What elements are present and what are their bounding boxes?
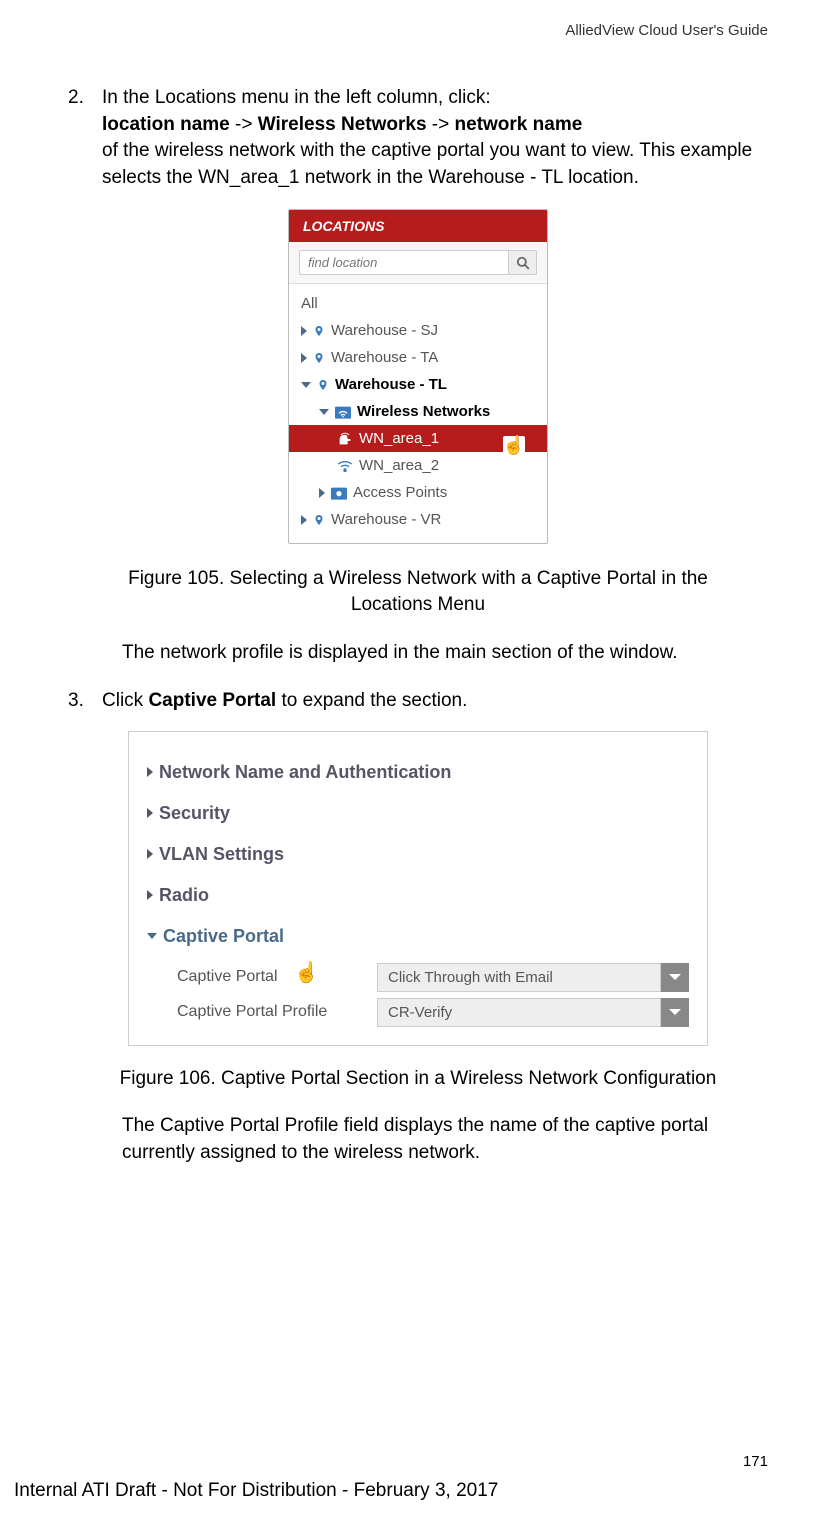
step-2-number: 2.	[68, 85, 102, 191]
captive-portal-field-row: Captive Portal Click Through with Email	[177, 963, 689, 992]
caret-right-icon	[319, 488, 325, 498]
tree-item-wireless-networks[interactable]: Wireless Networks	[289, 398, 547, 425]
pin-icon	[313, 323, 325, 339]
step-2-sep2: ->	[427, 114, 455, 135]
tree-label: Wireless Networks	[357, 403, 490, 420]
pin-icon	[317, 377, 329, 393]
caret-right-icon	[147, 849, 153, 859]
locations-panel-header: LOCATIONS	[289, 210, 547, 242]
tree-item-warehouse-vr[interactable]: Warehouse - VR	[289, 506, 547, 533]
step-2-body: In the Locations menu in the left column…	[102, 85, 768, 191]
step-3: 3. Click Captive Portal to expand the se…	[68, 688, 768, 715]
paragraph-profile-field: The Captive Portal Profile field display…	[68, 1113, 768, 1166]
step-2-path-b: Wireless Networks	[258, 114, 427, 135]
captive-portal-profile-field-row: Captive Portal Profile CR-Verify	[177, 998, 689, 1027]
caret-down-icon	[147, 933, 157, 939]
tree-item-wn-area-2[interactable]: WN_area_2	[289, 452, 547, 479]
page-number: 171	[743, 1453, 768, 1470]
tree-item-warehouse-sj[interactable]: Warehouse - SJ	[289, 317, 547, 344]
step-2-sep1: ->	[230, 114, 258, 135]
section-captive-portal[interactable]: Captive Portal	[147, 916, 689, 957]
step-2-line1: In the Locations menu in the left column…	[102, 87, 491, 108]
captive-portal-profile-value: CR-Verify	[377, 998, 661, 1027]
caret-down-icon	[319, 409, 329, 415]
step-2-line3: of the wireless network with the captive…	[102, 140, 752, 188]
select-dropdown-button[interactable]	[661, 963, 689, 992]
tree-item-warehouse-tl[interactable]: Warehouse - TL	[289, 371, 547, 398]
step-2-path-a: location name	[102, 114, 230, 135]
chevron-down-icon	[669, 1009, 681, 1015]
step-3-body: Click Captive Portal to expand the secti…	[102, 688, 768, 715]
tree-label: Access Points	[353, 484, 447, 501]
section-label: Radio	[159, 885, 209, 906]
step-2-path-c: network name	[455, 114, 583, 135]
paragraph-profile-displayed: The network profile is displayed in the …	[68, 640, 768, 667]
tree-label: Warehouse - TA	[331, 349, 438, 366]
captive-portal-profile-label: Captive Portal Profile	[177, 1003, 377, 1021]
hotspot-icon	[337, 431, 353, 447]
caret-right-icon	[147, 808, 153, 818]
draft-footer: Internal ATI Draft - Not For Distributio…	[14, 1480, 498, 1502]
tree-label: WN_area_1	[359, 430, 439, 447]
tree-item-warehouse-ta[interactable]: Warehouse - TA	[289, 344, 547, 371]
figure-106-caption: Figure 106. Captive Portal Section in a …	[96, 1066, 740, 1092]
tree-label: Warehouse - SJ	[331, 322, 438, 339]
section-network-name-auth[interactable]: Network Name and Authentication	[147, 752, 689, 793]
tree-item-wn-area-1[interactable]: WN_area_1 ☝	[289, 425, 547, 452]
tree-label: WN_area_2	[359, 457, 439, 474]
captive-portal-label: Captive Portal	[177, 968, 377, 986]
step-3-pre: Click	[102, 690, 148, 711]
section-radio[interactable]: Radio	[147, 875, 689, 916]
section-label: Captive Portal	[163, 926, 284, 947]
cursor-hand-icon: ☝	[294, 960, 319, 985]
tree-all[interactable]: All	[289, 290, 547, 317]
section-label: Network Name and Authentication	[159, 762, 451, 783]
location-search-button[interactable]	[509, 250, 537, 275]
locations-tree: All Warehouse - SJ Warehouse - TA Wareho…	[289, 284, 547, 543]
location-search-input[interactable]	[299, 250, 509, 275]
pin-icon	[313, 350, 325, 366]
pin-icon	[313, 512, 325, 528]
step-3-bold: Captive Portal	[148, 690, 276, 711]
tree-label: Warehouse - VR	[331, 511, 441, 528]
cursor-hand-icon: ☝	[503, 436, 525, 454]
figure-106-image: Network Name and Authentication Security…	[128, 731, 708, 1046]
caret-right-icon	[301, 515, 307, 525]
captive-portal-select[interactable]: Click Through with Email	[377, 963, 689, 992]
doc-title-header: AlliedView Cloud User's Guide	[565, 22, 768, 39]
caret-down-icon	[301, 382, 311, 388]
step-3-post: to expand the section.	[276, 690, 467, 711]
figure-105-caption: Figure 105. Selecting a Wireless Network…	[96, 566, 740, 617]
figure-105-image: LOCATIONS All Warehouse - SJ Warehouse -…	[288, 209, 548, 544]
section-label: VLAN Settings	[159, 844, 284, 865]
wifi-icon	[337, 460, 353, 472]
tree-item-access-points[interactable]: Access Points	[289, 479, 547, 506]
caret-right-icon	[147, 767, 153, 777]
wifi-folder-icon	[335, 405, 351, 419]
search-icon	[516, 256, 530, 270]
chevron-down-icon	[669, 974, 681, 980]
caret-right-icon	[301, 353, 307, 363]
step-3-number: 3.	[68, 688, 102, 715]
ap-folder-icon	[331, 486, 347, 500]
section-security[interactable]: Security	[147, 793, 689, 834]
caret-right-icon	[301, 326, 307, 336]
section-vlan-settings[interactable]: VLAN Settings	[147, 834, 689, 875]
captive-portal-profile-select[interactable]: CR-Verify	[377, 998, 689, 1027]
location-search-row	[289, 242, 547, 284]
step-2: 2. In the Locations menu in the left col…	[68, 85, 768, 191]
section-label: Security	[159, 803, 230, 824]
captive-portal-value: Click Through with Email	[377, 963, 661, 992]
tree-label: Warehouse - TL	[335, 376, 447, 393]
caret-right-icon	[147, 890, 153, 900]
select-dropdown-button[interactable]	[661, 998, 689, 1027]
